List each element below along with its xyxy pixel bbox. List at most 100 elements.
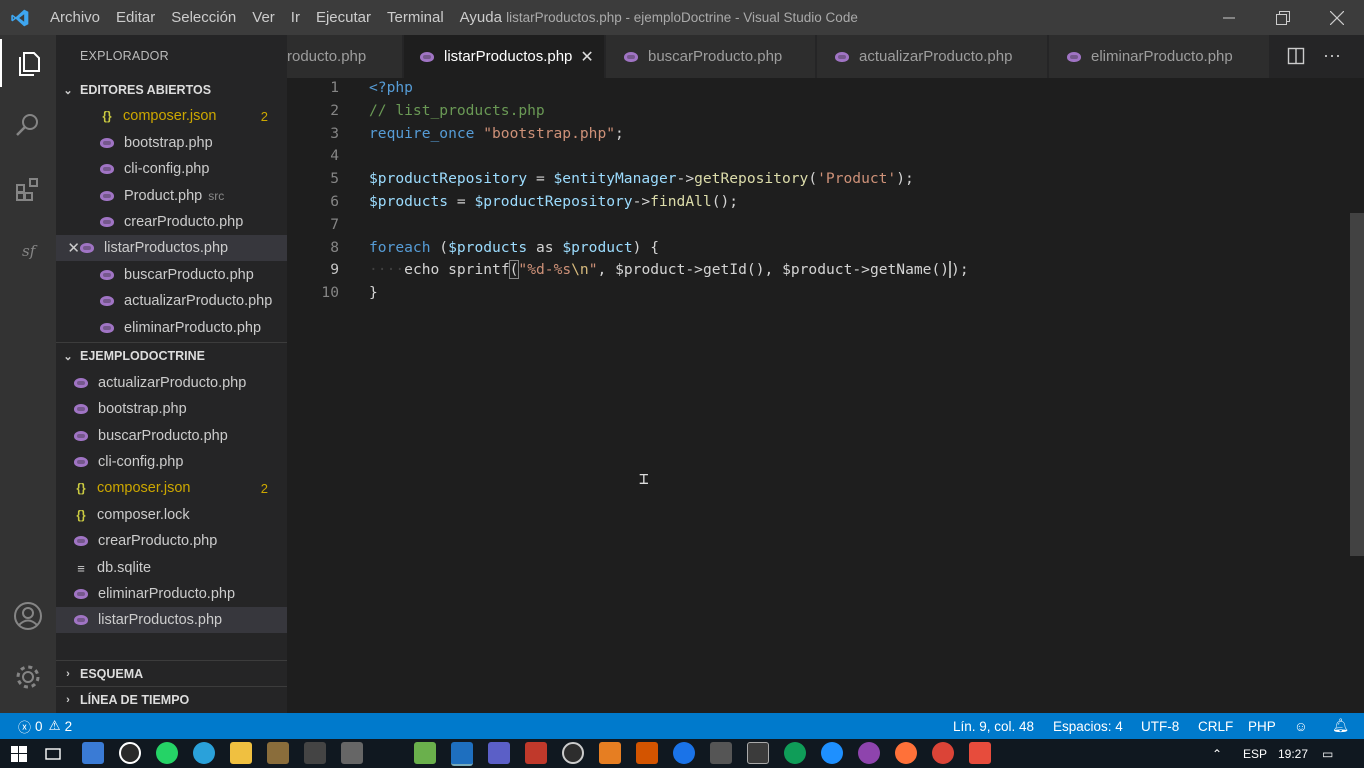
vlc-icon[interactable] <box>599 742 621 764</box>
feedback-button[interactable]: ☺ <box>1294 713 1308 739</box>
file-tree-item-selected[interactable]: listarProductos.php <box>56 607 287 633</box>
explorer-activity-button[interactable] <box>0 39 56 87</box>
close-editor-icon[interactable]: ✕ <box>56 239 80 257</box>
terminal-icon[interactable] <box>304 742 326 764</box>
taskbar-app-3[interactable] <box>341 742 363 764</box>
code-editor[interactable]: 1 2 3 4 5 6 7 8 9 10 <?php // list_produ… <box>287 78 1350 713</box>
open-editor-item[interactable]: buscarProducto.php <box>56 262 287 288</box>
text-cursor-icon: ⌶ <box>639 469 649 488</box>
menu-seleccion[interactable]: Selección <box>163 9 244 26</box>
status-bar: ⓧ 0 ⚠ 2 Lín. 9, col. 48 Espacios: 4 UTF-… <box>0 713 1364 739</box>
whatsapp-icon[interactable] <box>156 742 178 764</box>
menu-editar[interactable]: Editar <box>108 9 163 26</box>
taskbar-app-9[interactable] <box>969 742 991 764</box>
notepad-icon[interactable] <box>414 742 436 764</box>
more-actions-button[interactable]: ··· <box>1323 45 1341 66</box>
edge-icon[interactable] <box>784 742 806 764</box>
tab-label: eliminarProducto.php <box>1091 48 1233 65</box>
outline-section-header[interactable]: › ESQUEMA <box>56 660 287 687</box>
file-explorer-icon[interactable] <box>230 742 252 764</box>
file-tree-item[interactable]: {} composer.json 2 <box>56 475 287 501</box>
taskbar-app-2[interactable] <box>267 742 289 764</box>
open-editor-item-active[interactable]: ✕ listarProductos.php <box>56 235 287 261</box>
telegram-icon[interactable] <box>193 742 215 764</box>
menu-terminal[interactable]: Terminal <box>379 9 452 26</box>
file-tree-item[interactable]: crearProducto.php <box>56 528 287 554</box>
problems-status[interactable]: ⓧ 0 ⚠ 2 <box>18 713 72 739</box>
action-center-button[interactable]: ▭ <box>1322 739 1333 768</box>
activity-bar: sf <box>0 35 56 713</box>
feedback-icon: ☺ <box>1294 718 1308 734</box>
scrollbar-thumb[interactable] <box>1350 213 1364 556</box>
file-tree-item[interactable]: ≡ db.sqlite <box>56 555 287 581</box>
search-activity-button[interactable] <box>0 101 56 149</box>
taskbar-app-7[interactable] <box>710 742 732 764</box>
file-tree-item[interactable]: cli-config.php <box>56 449 287 475</box>
file-tree-item[interactable]: eliminarProducto.php <box>56 581 287 607</box>
indentation-status[interactable]: Espacios: 4 <box>1053 713 1123 739</box>
symfony-activity-button[interactable]: sf <box>0 227 56 275</box>
file-label: buscarProducto.php <box>98 428 228 444</box>
accounts-button[interactable] <box>0 592 56 640</box>
firefox-icon[interactable] <box>895 742 917 764</box>
tray-chevron[interactable]: ⌃ <box>1212 739 1222 768</box>
filezilla-icon[interactable] <box>525 742 547 764</box>
menu-ejecutar[interactable]: Ejecutar <box>308 9 379 26</box>
minimize-button[interactable] <box>1206 0 1252 35</box>
php-icon <box>100 138 114 148</box>
taskbar-app-5[interactable] <box>562 742 584 764</box>
open-editor-item[interactable]: eliminarProducto.php <box>56 315 287 341</box>
tab-buscarproducto[interactable]: buscarProducto.php <box>606 35 815 78</box>
editor-scrollbar[interactable] <box>1350 78 1364 713</box>
open-editor-item[interactable]: cli-config.php <box>56 156 287 182</box>
file-tree-item[interactable]: {} composer.lock <box>56 502 287 528</box>
internet-explorer-icon[interactable] <box>821 742 843 764</box>
open-editor-item[interactable]: Product.php src <box>56 183 287 209</box>
taskbar-app-1[interactable] <box>119 742 141 764</box>
close-window-button[interactable] <box>1314 0 1360 35</box>
task-view-button[interactable] <box>45 746 61 766</box>
virtualbox-icon[interactable] <box>747 742 769 764</box>
open-editor-item[interactable]: bootstrap.php <box>56 130 287 156</box>
taskbar-app-6[interactable] <box>673 742 695 764</box>
tab-crearproducto[interactable]: roducto.php <box>287 35 402 78</box>
split-editor-button[interactable] <box>1287 47 1305 65</box>
file-tree-item[interactable]: buscarProducto.php <box>56 423 287 449</box>
close-tab-icon[interactable]: ✕ <box>580 47 593 67</box>
start-button[interactable] <box>11 746 27 766</box>
clock[interactable]: 19:27 <box>1278 739 1308 768</box>
open-editor-item[interactable]: actualizarProducto.php <box>56 288 287 314</box>
menu-archivo[interactable]: Archivo <box>42 9 108 26</box>
menu-ver[interactable]: Ver <box>244 9 283 26</box>
taskbar-app-4[interactable] <box>488 742 510 764</box>
input-language[interactable]: ESP <box>1243 739 1267 768</box>
file-tree-item[interactable]: bootstrap.php <box>56 396 287 422</box>
file-tree-item[interactable]: actualizarProducto.php <box>56 370 287 396</box>
eol-status[interactable]: CRLF <box>1198 713 1233 739</box>
project-section-header[interactable]: ⌄ EJEMPLODOCTRINE <box>56 342 287 369</box>
php-icon <box>74 378 88 388</box>
chrome-icon[interactable] <box>932 742 954 764</box>
menu-ayuda[interactable]: Ayuda <box>452 9 510 26</box>
tab-eliminarproducto[interactable]: eliminarProducto.php <box>1049 35 1269 78</box>
taskbar-app-keyboard[interactable] <box>82 742 104 764</box>
restore-button[interactable] <box>1260 0 1306 35</box>
open-editor-item[interactable]: {} composer.json 2 <box>56 103 287 129</box>
vscode-taskbar-icon[interactable] <box>451 742 473 766</box>
language-mode-status[interactable]: PHP <box>1248 713 1276 739</box>
taskbar-app-8[interactable] <box>858 742 880 764</box>
punctuation: ); <box>896 170 914 187</box>
cursor-position-status[interactable]: Lín. 9, col. 48 <box>953 713 1034 739</box>
open-editor-item[interactable]: crearProducto.php <box>56 209 287 235</box>
timeline-section-header[interactable]: › LÍNEA DE TIEMPO <box>56 686 287 713</box>
tab-listarproductos[interactable]: listarProductos.php ✕ <box>404 35 604 78</box>
extensions-activity-button[interactable] <box>0 165 56 213</box>
xampp-icon[interactable] <box>636 742 658 764</box>
menu-ir[interactable]: Ir <box>283 9 308 26</box>
encoding-status[interactable]: UTF-8 <box>1141 713 1179 739</box>
section-title: ESQUEMA <box>80 667 144 681</box>
tab-actualizarproducto[interactable]: actualizarProducto.php <box>817 35 1047 78</box>
settings-button[interactable] <box>0 653 56 701</box>
open-editors-section-header[interactable]: ⌄ EDITORES ABIERTOS <box>56 77 287 103</box>
notifications-button[interactable]: 🔔︎ <box>1332 713 1349 739</box>
